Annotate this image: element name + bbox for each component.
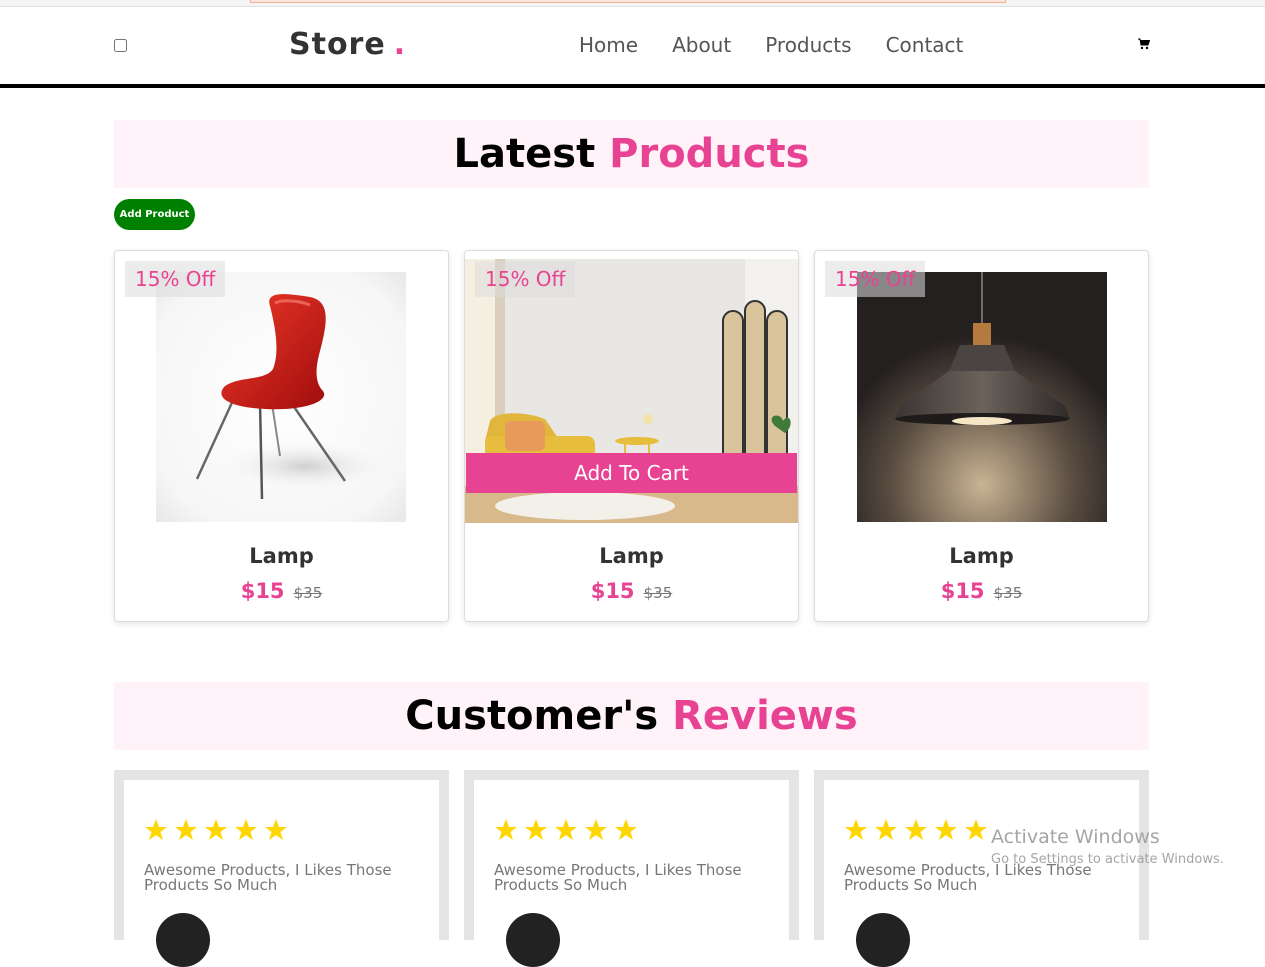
logo[interactable]: Store. bbox=[289, 27, 406, 62]
product-price: $15 $35 bbox=[815, 579, 1148, 603]
review-text: Awesome Products, I Likes Those Products… bbox=[844, 861, 1092, 894]
star-icon bbox=[875, 819, 897, 840]
star-rating bbox=[844, 818, 988, 842]
logo-text: Store bbox=[289, 27, 386, 62]
star-icon bbox=[965, 819, 987, 840]
star-icon bbox=[495, 819, 517, 840]
product-card: 15% Off Lamp $15 $35 bbox=[814, 250, 1149, 622]
reviews-heading: Customer's Reviews bbox=[114, 682, 1149, 750]
star-icon bbox=[845, 819, 867, 840]
product-name: Lamp bbox=[249, 544, 314, 568]
discount-badge: 15% Off bbox=[125, 261, 226, 297]
review-text: Awesome Products, I Likes Those Products… bbox=[144, 861, 392, 894]
logo-dot: . bbox=[393, 27, 407, 62]
avatar bbox=[506, 913, 560, 967]
star-icon bbox=[905, 819, 927, 840]
main-nav: Home About Products Contact bbox=[579, 33, 997, 57]
site-header: Store. Home About Products Contact bbox=[0, 7, 1265, 88]
browser-top-strip bbox=[0, 0, 1265, 7]
add-to-cart-button[interactable]: Add To Cart bbox=[466, 453, 797, 493]
star-icon bbox=[555, 819, 577, 840]
nav-about[interactable]: About bbox=[672, 33, 731, 57]
product-price: $15 $35 bbox=[115, 579, 448, 603]
star-icon bbox=[615, 819, 637, 840]
review-card: Awesome Products, I Likes Those Products… bbox=[114, 770, 449, 967]
reviews-heading-accent: Reviews bbox=[672, 693, 858, 739]
nav-products[interactable]: Products bbox=[765, 33, 851, 57]
star-icon bbox=[935, 819, 957, 840]
product-name: Lamp bbox=[599, 544, 664, 568]
old-price: $35 bbox=[293, 584, 323, 602]
discount-badge: 15% Off bbox=[825, 261, 926, 297]
avatar bbox=[156, 913, 210, 967]
cart-icon[interactable] bbox=[1138, 38, 1150, 50]
star-icon bbox=[265, 819, 287, 840]
current-price: $15 bbox=[590, 579, 635, 603]
star-icon bbox=[585, 819, 607, 840]
star-icon bbox=[145, 819, 167, 840]
discount-badge: 15% Off bbox=[475, 261, 576, 297]
old-price: $35 bbox=[993, 584, 1023, 602]
nav-home[interactable]: Home bbox=[579, 33, 638, 57]
star-rating bbox=[144, 818, 288, 842]
add-product-button[interactable]: Add Product bbox=[114, 199, 195, 230]
product-card: 15% Off Add To Cart Lamp $15 $35 bbox=[464, 250, 799, 622]
menu-toggle-checkbox[interactable] bbox=[114, 39, 127, 52]
products-heading-plain: Latest bbox=[453, 131, 596, 177]
star-icon bbox=[235, 819, 257, 840]
current-price: $15 bbox=[940, 579, 985, 603]
product-card: 15% Off Lamp $15 $35 bbox=[114, 250, 449, 622]
product-price: $15 $35 bbox=[465, 579, 798, 603]
review-card: Awesome Products, I Likes Those Products… bbox=[814, 770, 1149, 967]
current-price: $15 bbox=[240, 579, 285, 603]
star-icon bbox=[175, 819, 197, 840]
star-rating bbox=[494, 818, 638, 842]
products-heading-accent: Products bbox=[609, 131, 810, 177]
star-icon bbox=[205, 819, 227, 840]
reviews-heading-plain: Customer's bbox=[405, 693, 659, 739]
star-icon bbox=[525, 819, 547, 840]
avatar bbox=[856, 913, 910, 967]
nav-contact[interactable]: Contact bbox=[886, 33, 964, 57]
top-alert-bar bbox=[250, 0, 1006, 3]
product-name: Lamp bbox=[949, 544, 1014, 568]
products-heading: Latest Products bbox=[114, 120, 1149, 188]
review-card: Awesome Products, I Likes Those Products… bbox=[464, 770, 799, 967]
review-text: Awesome Products, I Likes Those Products… bbox=[494, 861, 742, 894]
old-price: $35 bbox=[643, 584, 673, 602]
